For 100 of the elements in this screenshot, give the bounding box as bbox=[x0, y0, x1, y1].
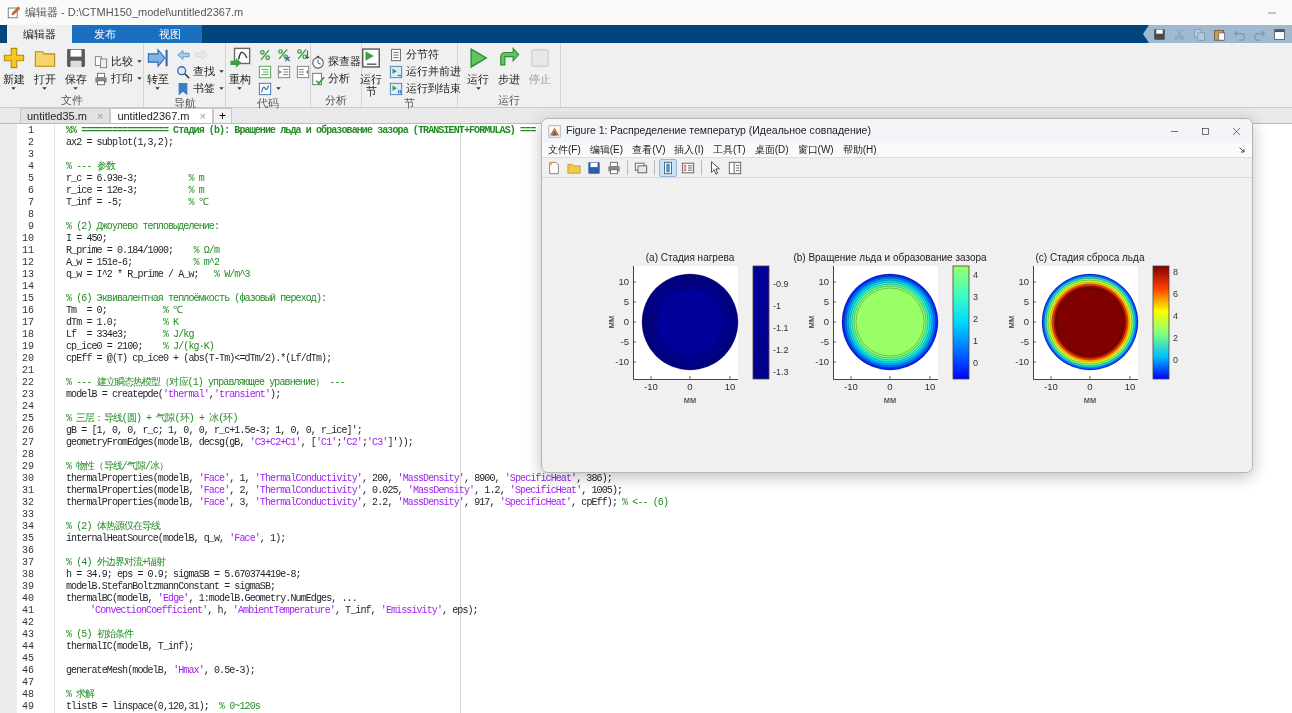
ribbon-button[interactable]: 书签 bbox=[174, 80, 226, 97]
window-title: 编辑器 - D:\CTMH150_model\untitled2367.m bbox=[25, 5, 244, 21]
menu-item[interactable]: 桌面(D) bbox=[753, 143, 794, 157]
increase-indent-icon bbox=[276, 64, 291, 79]
code-line: modelB.StefanBoltzmannConstant = sigmaSB; bbox=[66, 581, 276, 593]
code-line: gB = [1, 0, 0, r_c; 1, 0, 0, r_c+1.5e-3; 1, 0, 0, r_ice]'; bbox=[66, 425, 362, 437]
toolbar-button[interactable] bbox=[256, 80, 283, 97]
document-check-icon bbox=[311, 71, 325, 86]
group-label: 导航 bbox=[172, 97, 197, 110]
tick-label: -1.1 bbox=[773, 323, 789, 333]
property-panel-icon bbox=[728, 160, 742, 175]
code-line: modelB = createpde('thermal','transient'); bbox=[66, 389, 281, 401]
caret-icon bbox=[135, 75, 143, 82]
line-number: 28 bbox=[21, 449, 35, 461]
caret-icon bbox=[236, 85, 243, 92]
code-line: Tm = 0; % ℃ bbox=[66, 305, 183, 317]
code-line: I = 450; bbox=[66, 233, 107, 245]
plus-icon bbox=[2, 47, 25, 69]
function-document-icon bbox=[228, 47, 251, 69]
code-line: T_inf = -5; % ℃ bbox=[66, 197, 208, 209]
line-number: 42 bbox=[21, 617, 35, 629]
ribbon-button[interactable]: 运行 bbox=[464, 46, 492, 92]
ribbon-tab[interactable]: 编辑器 bbox=[7, 25, 72, 43]
tick-label: 4 bbox=[973, 270, 978, 280]
ribbon-tab[interactable]: 视图 bbox=[137, 25, 202, 43]
line-number: 15 bbox=[21, 293, 35, 305]
tick-label: -0.9 bbox=[773, 279, 789, 289]
menu-item[interactable]: 窗口(W) bbox=[796, 143, 839, 157]
line-number: 22 bbox=[21, 377, 35, 389]
ribbon-button[interactable]: 探查器 bbox=[310, 53, 362, 70]
menu-item[interactable]: 文件(F) bbox=[547, 143, 586, 157]
line-number: 41 bbox=[21, 605, 35, 617]
axis-label: мм bbox=[683, 395, 697, 405]
code-line: %% ================= Стадия (b): Вращение льда и образование зазора (TRANSIENT+FORMULAS) === bbox=[66, 125, 536, 137]
line-number: 2 bbox=[27, 137, 35, 149]
line-number: 14 bbox=[21, 281, 35, 293]
window-icon[interactable] bbox=[1273, 27, 1286, 41]
ribbon-button[interactable]: 新建 bbox=[0, 46, 28, 92]
code-line: % (6) Эквивалентная теплоёмкость (фазовый переход): bbox=[66, 293, 327, 305]
line-number: 17 bbox=[21, 317, 35, 329]
ribbon-button[interactable]: 重构 bbox=[225, 46, 254, 92]
line-number: 35 bbox=[21, 533, 35, 545]
printer-icon bbox=[93, 71, 108, 86]
group-label: 分析 bbox=[324, 94, 348, 107]
code-line: r_ice = 12e-3; % m bbox=[66, 185, 204, 197]
code-line: generateMesh(modelB, 'Hmax', 0.5e-3); bbox=[66, 665, 255, 677]
ribbon-tab[interactable]: 发布 bbox=[72, 25, 137, 43]
menu-item[interactable]: 工具(T) bbox=[711, 143, 751, 157]
tick-label: 10 bbox=[1018, 276, 1029, 287]
ribbon-button[interactable]: 保存 bbox=[61, 46, 90, 92]
line-number: 21 bbox=[21, 365, 35, 377]
group-label: 节 bbox=[403, 97, 416, 110]
ribbon-button[interactable]: 查找 bbox=[174, 63, 226, 80]
pencil-document-icon bbox=[7, 6, 20, 19]
menu-item[interactable]: 插入(I) bbox=[673, 143, 709, 157]
toolbar-button[interactable] bbox=[294, 46, 311, 63]
left-arrow-icon bbox=[175, 47, 190, 62]
line-number: 24 bbox=[21, 401, 35, 413]
line-number: 49 bbox=[21, 701, 35, 713]
line-number: 29 bbox=[21, 461, 35, 473]
line-number: 34 bbox=[21, 521, 35, 533]
code-line: % 求解 bbox=[66, 689, 95, 701]
ribbon-button[interactable]: 打开 bbox=[30, 46, 59, 92]
line-number: 31 bbox=[21, 485, 35, 497]
ribbon-button[interactable]: 分节符 bbox=[388, 46, 440, 63]
file-tab[interactable]: untitled2367.m × bbox=[110, 108, 213, 123]
line-number: 5 bbox=[27, 173, 35, 185]
percent-arrow-icon bbox=[295, 47, 310, 62]
percent-icon bbox=[257, 47, 272, 62]
toolbar-button[interactable] bbox=[275, 46, 292, 63]
line-number: 10 bbox=[21, 233, 35, 245]
file-tab[interactable]: untitled35.m × bbox=[20, 108, 111, 123]
ribbon-button[interactable]: 转至 bbox=[143, 46, 172, 92]
ribbon-button[interactable]: 分析 bbox=[310, 70, 351, 87]
plot-title: (b) Вращение льда и образование зазора bbox=[793, 252, 987, 263]
clipboard-icon[interactable] bbox=[1213, 27, 1226, 41]
diagonal-arrow-icon[interactable] bbox=[1238, 146, 1246, 154]
tick-label: -5 bbox=[1020, 336, 1029, 347]
menu-item[interactable]: 查看(V) bbox=[631, 143, 671, 157]
ribbon-button[interactable]: 比较 bbox=[92, 53, 144, 70]
code-line: Lf = 334e3; % J/kg bbox=[66, 329, 194, 341]
menu-item[interactable]: 编辑(E) bbox=[588, 143, 629, 157]
tick-label: 10 bbox=[1124, 381, 1136, 392]
code-line: % 三层：导线(圆) + 气隙(环) + 冰(环) bbox=[66, 413, 238, 425]
code-line: q_w = I^2 * R_prime / A_w; % W/m^3 bbox=[66, 269, 250, 281]
tick-label: 6 bbox=[1173, 289, 1178, 299]
ribbon-button[interactable]: 打印 bbox=[92, 70, 144, 87]
code-line: r_c = 6.93e-3; % m bbox=[66, 173, 204, 185]
ribbon-button[interactable]: 运行并前进 bbox=[388, 63, 462, 80]
maximize-icon[interactable] bbox=[1200, 125, 1211, 137]
line-number: 25 bbox=[21, 413, 35, 425]
menu-item[interactable]: 帮助(H) bbox=[841, 143, 882, 157]
close-icon[interactable] bbox=[1231, 125, 1242, 137]
ribbon-button[interactable]: 运行到结束 bbox=[388, 80, 462, 97]
ribbon-button[interactable]: 步进 bbox=[495, 46, 523, 85]
toolbar-button[interactable] bbox=[659, 158, 677, 177]
line-number: 27 bbox=[21, 437, 35, 449]
code-line: thermalProperties(modelB, 'Face', 1, 'ThermalConductivity', 200, 'MassDensity', 8900, 'SpecificHeat', 386); bbox=[66, 473, 612, 485]
pointer-icon bbox=[708, 160, 722, 175]
play-icon bbox=[467, 47, 489, 69]
